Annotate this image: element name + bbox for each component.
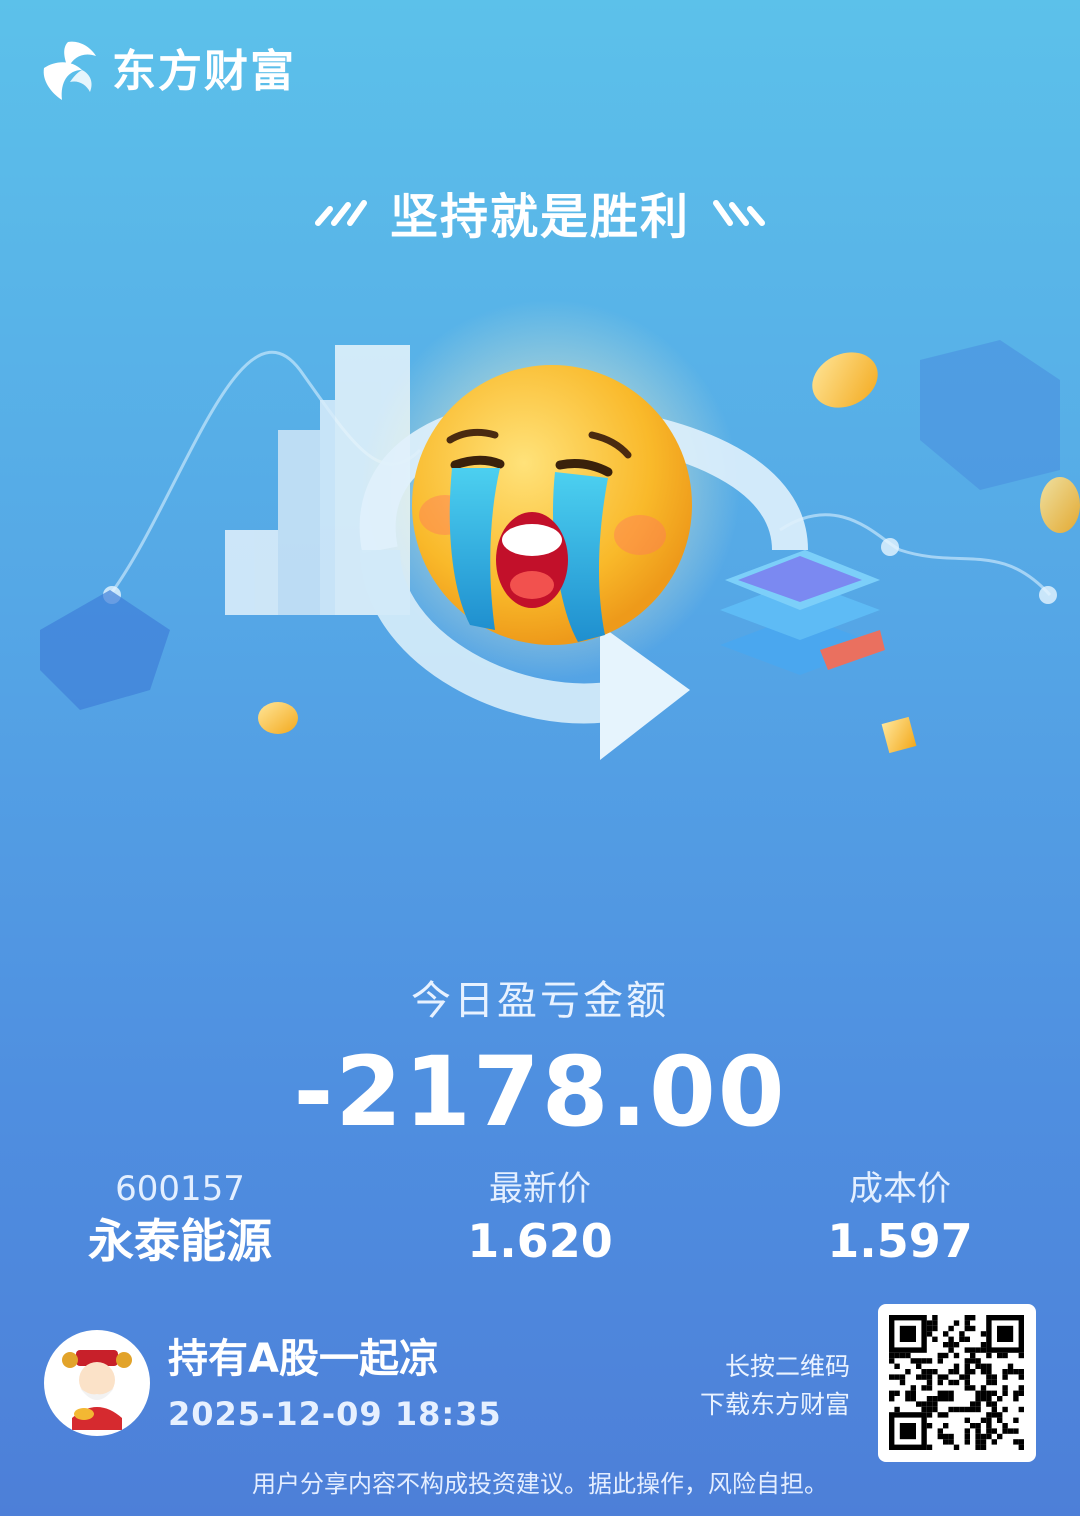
latest-price: 最新价 1.620 — [400, 1168, 680, 1272]
caishen-avatar-icon — [62, 1350, 132, 1430]
crying-emoji-illustration — [40, 300, 1080, 760]
slogan-banner: 坚持就是胜利 — [0, 180, 1080, 245]
stock-name: 永泰能源 — [88, 1214, 272, 1268]
stock-code: 600157 — [115, 1169, 245, 1209]
pnl-label: 今日盈亏金额 — [411, 978, 669, 1024]
qr-hint: 长按二维码 下载东方财富 — [660, 1348, 850, 1424]
qr-hint-line1: 长按二维码 — [724, 1352, 850, 1381]
latest-price-value: 1.620 — [467, 1214, 613, 1268]
stock-info: 600157 永泰能源 — [40, 1168, 320, 1272]
cost-price-label: 成本价 — [849, 1169, 951, 1209]
cost-price: 成本价 1.597 — [760, 1168, 1040, 1272]
slash-decoration-right-icon — [713, 200, 765, 226]
user-slogan: 持有A股一起凉 — [168, 1336, 439, 1382]
qr-code-icon — [889, 1315, 1024, 1450]
qr-code[interactable] — [878, 1304, 1036, 1462]
cost-price-value: 1.597 — [827, 1214, 973, 1268]
pnl-value: -2178.00 — [293, 1036, 787, 1148]
avatar — [44, 1330, 150, 1436]
latest-price-label: 最新价 — [489, 1169, 591, 1209]
qr-hint-line2: 下载东方财富 — [699, 1390, 850, 1419]
share-timestamp: 2025-12-09 18:35 — [168, 1395, 502, 1433]
slash-decoration-left-icon — [314, 200, 367, 226]
slogan-text: 坚持就是胜利 — [389, 189, 690, 245]
eastmoney-logo-icon — [43, 41, 96, 100]
share-card: 东方财富 坚持就是胜利 今日盈亏金额 -2178.00 600157 永泰能源 … — [0, 0, 1080, 1516]
disclaimer: 用户分享内容不构成投资建议。据此操作，风险自担。 — [252, 1470, 828, 1498]
brand-name: 东方财富 — [112, 46, 296, 97]
